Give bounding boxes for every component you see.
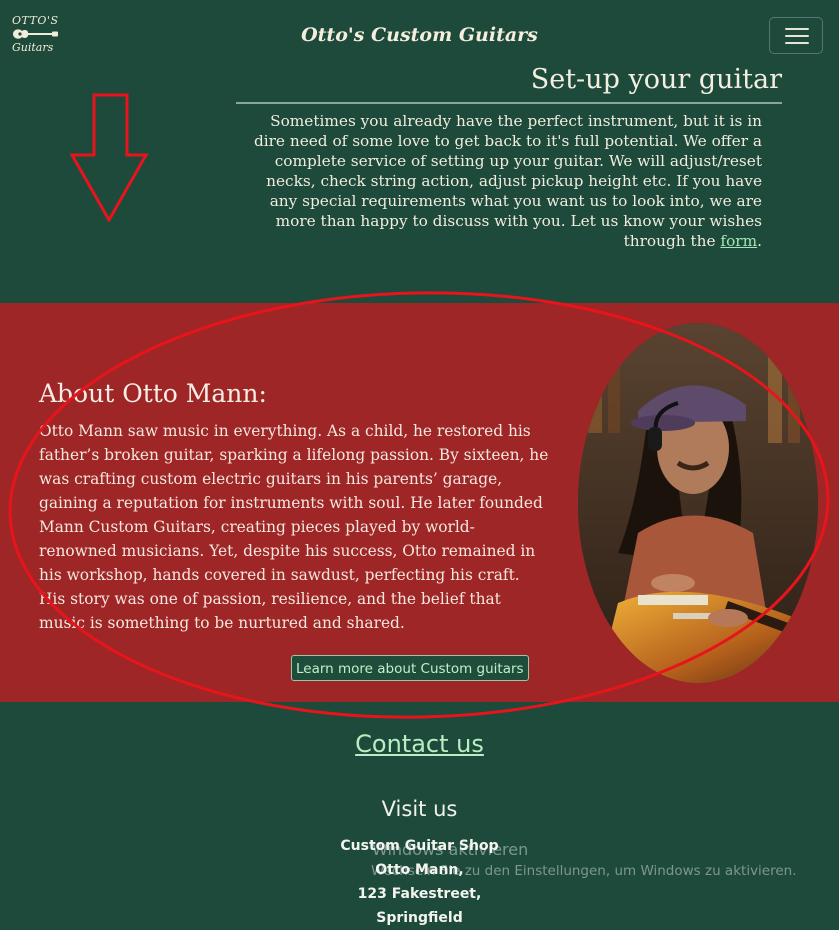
address-line-street: 123 Fakestreet, [357, 886, 482, 902]
otto-portrait-image [578, 323, 818, 683]
about-description: Otto Mann saw music in everything. As a … [39, 422, 549, 632]
address-line-city: Springfield [376, 910, 463, 926]
about-title: About Otto Mann: [39, 379, 267, 408]
brand-title[interactable]: Otto's Custom Guitars [0, 24, 839, 46]
windows-activation-title: Windows aktivieren [372, 840, 529, 859]
visit-us-title: Visit us [381, 797, 458, 821]
hamburger-line [785, 42, 809, 44]
learn-more-button[interactable]: Learn more about Custom guitars [291, 655, 529, 681]
windows-activation-text: Wechseln Sie zu den Einstellungen, um Wi… [371, 863, 797, 879]
hamburger-line [785, 35, 809, 37]
site-header: OTTO'S Guitars Otto's Custom Guitars [0, 0, 839, 68]
form-link[interactable]: form [720, 232, 757, 250]
setup-description-text: Sometimes you already have the perfect i… [253, 112, 762, 250]
contact-us-link[interactable]: Contact us [0, 730, 839, 758]
setup-description-end: . [757, 232, 762, 250]
about-section: About Otto Mann: Otto Mann saw music in … [0, 303, 839, 702]
down-arrow-annotation [70, 93, 149, 222]
setup-description: Sometimes you already have the perfect i… [240, 111, 762, 251]
hamburger-menu-icon [785, 28, 809, 30]
hamburger-menu-button[interactable] [769, 17, 823, 54]
setup-section-title: Set-up your guitar [530, 64, 782, 95]
setup-divider [236, 102, 782, 104]
portrait-illustration [578, 323, 818, 683]
